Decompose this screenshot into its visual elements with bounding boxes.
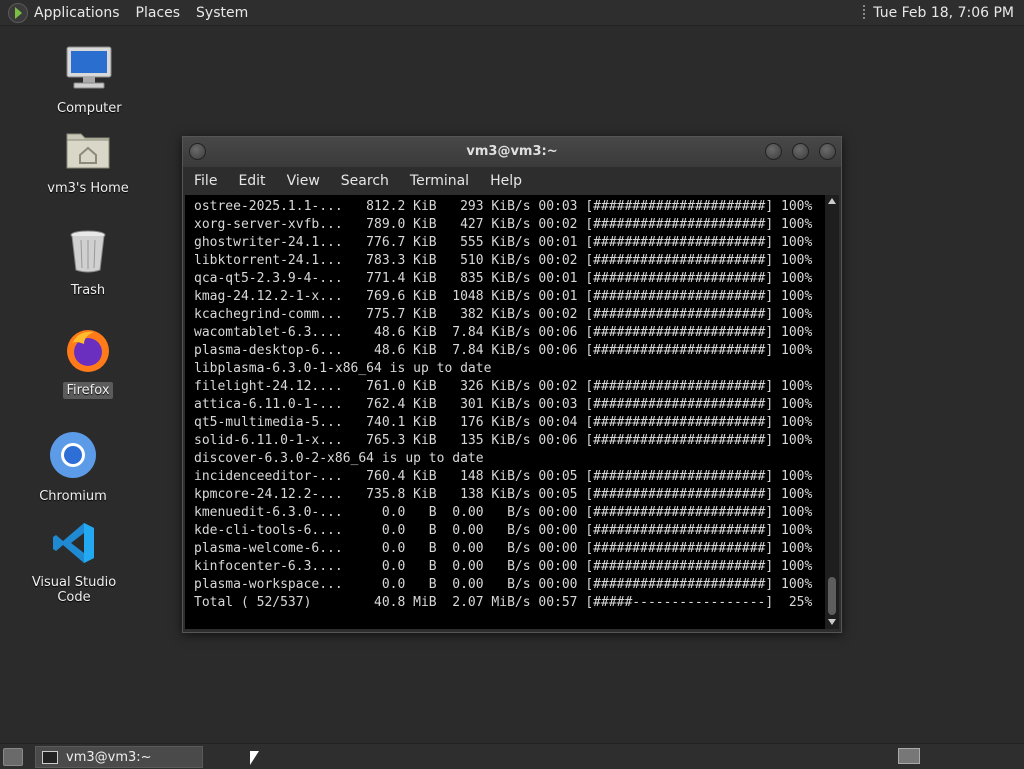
top-panel: Applications Places System Tue Feb 18, 7… <box>0 0 1024 26</box>
terminal-line: kmag-24.12.2-1-x... 769.6 KiB 1048 KiB/s… <box>194 289 813 304</box>
desktop-icon-label: Computer <box>57 101 122 116</box>
trash-icon <box>70 230 106 273</box>
minimize-button[interactable] <box>765 143 782 160</box>
menu-file[interactable]: File <box>194 173 217 189</box>
taskbar-item-label: vm3@vm3:~ <box>66 749 152 765</box>
terminal-line: discover-6.3.0-2-x86_64 is up to date <box>194 451 484 466</box>
terminal-lines: ostree-2025.1.1-... 812.2 KiB 293 KiB/s … <box>194 198 812 612</box>
menu-system[interactable]: System <box>196 5 248 21</box>
desktop-icon-label: Trash <box>70 283 106 298</box>
show-desktop-icon[interactable] <box>3 748 23 766</box>
desktop-icon-label: Chromium <box>39 489 107 504</box>
terminal-output[interactable]: ostree-2025.1.1-... 812.2 KiB 293 KiB/s … <box>185 195 825 629</box>
terminal-line: Total ( 52/537) 40.8 MiB 2.07 MiB/s 00:5… <box>194 595 813 610</box>
window-title: vm3@vm3:~ <box>466 144 558 159</box>
terminal-line: attica-6.11.0-1-... 762.4 KiB 301 KiB/s … <box>194 397 813 412</box>
desktop-icon-chromium[interactable]: Chromium <box>30 430 116 505</box>
terminal-line: libktorrent-24.1... 783.3 KiB 510 KiB/s … <box>194 253 813 268</box>
terminal-line: xorg-server-xvfb... 789.0 KiB 427 KiB/s … <box>194 217 813 232</box>
terminal-line: plasma-desktop-6... 48.6 KiB 7.84 KiB/s … <box>194 343 813 358</box>
menu-search[interactable]: Search <box>341 173 389 189</box>
menu-applications[interactable]: Applications <box>34 5 120 21</box>
terminal-scrollbar[interactable] <box>825 195 839 629</box>
scrollbar-thumb[interactable] <box>828 577 836 615</box>
panel-separator <box>863 4 866 21</box>
desktop-icon-trash[interactable]: Trash <box>58 228 118 299</box>
distro-logo-icon[interactable] <box>8 2 28 23</box>
window-titlebar[interactable]: vm3@vm3:~ <box>183 137 841 167</box>
terminal-line: qt5-multimedia-5... 740.1 KiB 176 KiB/s … <box>194 415 813 430</box>
maximize-button[interactable] <box>792 143 809 160</box>
menu-view[interactable]: View <box>287 173 320 189</box>
desktop-icon-label: Firefox <box>63 382 113 399</box>
taskbar-item-terminal[interactable]: vm3@vm3:~ <box>35 746 203 768</box>
scroll-up-arrow-icon[interactable] <box>828 198 836 204</box>
terminal-line: incidenceeditor-... 760.4 KiB 148 KiB/s … <box>194 469 813 484</box>
terminal-line: qca-qt5-2.3.9-4-... 771.4 KiB 835 KiB/s … <box>194 271 813 286</box>
desktop-icon-firefox[interactable]: Firefox <box>58 326 118 399</box>
computer-icon <box>66 46 112 89</box>
terminal-line: filelight-24.12.... 761.0 KiB 326 KiB/s … <box>194 379 813 394</box>
terminal-line: kinfocenter-6.3.... 0.0 B 0.00 B/s 00:00… <box>194 559 813 574</box>
terminal-line: kcachegrind-comm... 775.7 KiB 382 KiB/s … <box>194 307 813 322</box>
firefox-icon <box>67 330 109 372</box>
desktop-icon-computer[interactable]: Computer <box>54 44 124 117</box>
terminal-line: kmenuedit-6.3.0-... 0.0 B 0.00 B/s 00:00… <box>194 505 813 520</box>
home-folder-icon <box>66 133 110 169</box>
terminal-line: plasma-workspace... 0.0 B 0.00 B/s 00:00… <box>194 577 813 592</box>
clock[interactable]: Tue Feb 18, 7:06 PM <box>873 5 1014 21</box>
menu-help[interactable]: Help <box>490 173 522 189</box>
workspace-switcher[interactable] <box>898 748 920 764</box>
desktop-icon-vscode[interactable]: Visual Studio Code <box>14 520 134 606</box>
mouse-pointer-icon <box>250 751 259 765</box>
desktop-icon-label: Visual Studio Code <box>31 575 117 605</box>
menu-edit[interactable]: Edit <box>238 173 265 189</box>
desktop-icon-home[interactable]: vm3's Home <box>38 128 138 197</box>
terminal-menubar: File Edit View Search Terminal Help <box>183 167 841 195</box>
terminal-window[interactable]: vm3@vm3:~ File Edit View Search Terminal… <box>182 136 842 633</box>
terminal-line: libplasma-6.3.0-1-x86_64 is up to date <box>194 361 492 376</box>
menu-terminal[interactable]: Terminal <box>410 173 469 189</box>
bottom-panel: vm3@vm3:~ <box>0 743 1024 769</box>
vscode-icon <box>53 523 94 563</box>
chromium-icon <box>50 432 96 478</box>
terminal-line: kde-cli-tools-6.... 0.0 B 0.00 B/s 00:00… <box>194 523 813 538</box>
terminal-line: wacomtablet-6.3.... 48.6 KiB 7.84 KiB/s … <box>194 325 813 340</box>
desktop-icon-label: vm3's Home <box>47 181 129 196</box>
close-button[interactable] <box>819 143 836 160</box>
terminal-line: plasma-welcome-6... 0.0 B 0.00 B/s 00:00… <box>194 541 813 556</box>
terminal-line: ghostwriter-24.1... 776.7 KiB 555 KiB/s … <box>194 235 813 250</box>
scroll-down-arrow-icon[interactable] <box>828 619 836 625</box>
menu-places[interactable]: Places <box>136 5 181 21</box>
panel-tray: Tue Feb 18, 7:06 PM <box>863 0 1024 25</box>
terminal-line: ostree-2025.1.1-... 812.2 KiB 293 KiB/s … <box>194 199 813 214</box>
terminal-line: solid-6.11.0-1-x... 765.3 KiB 135 KiB/s … <box>194 433 813 448</box>
terminal-line: kpmcore-24.12.2-... 735.8 KiB 138 KiB/s … <box>194 487 813 502</box>
terminal-icon <box>42 750 58 764</box>
